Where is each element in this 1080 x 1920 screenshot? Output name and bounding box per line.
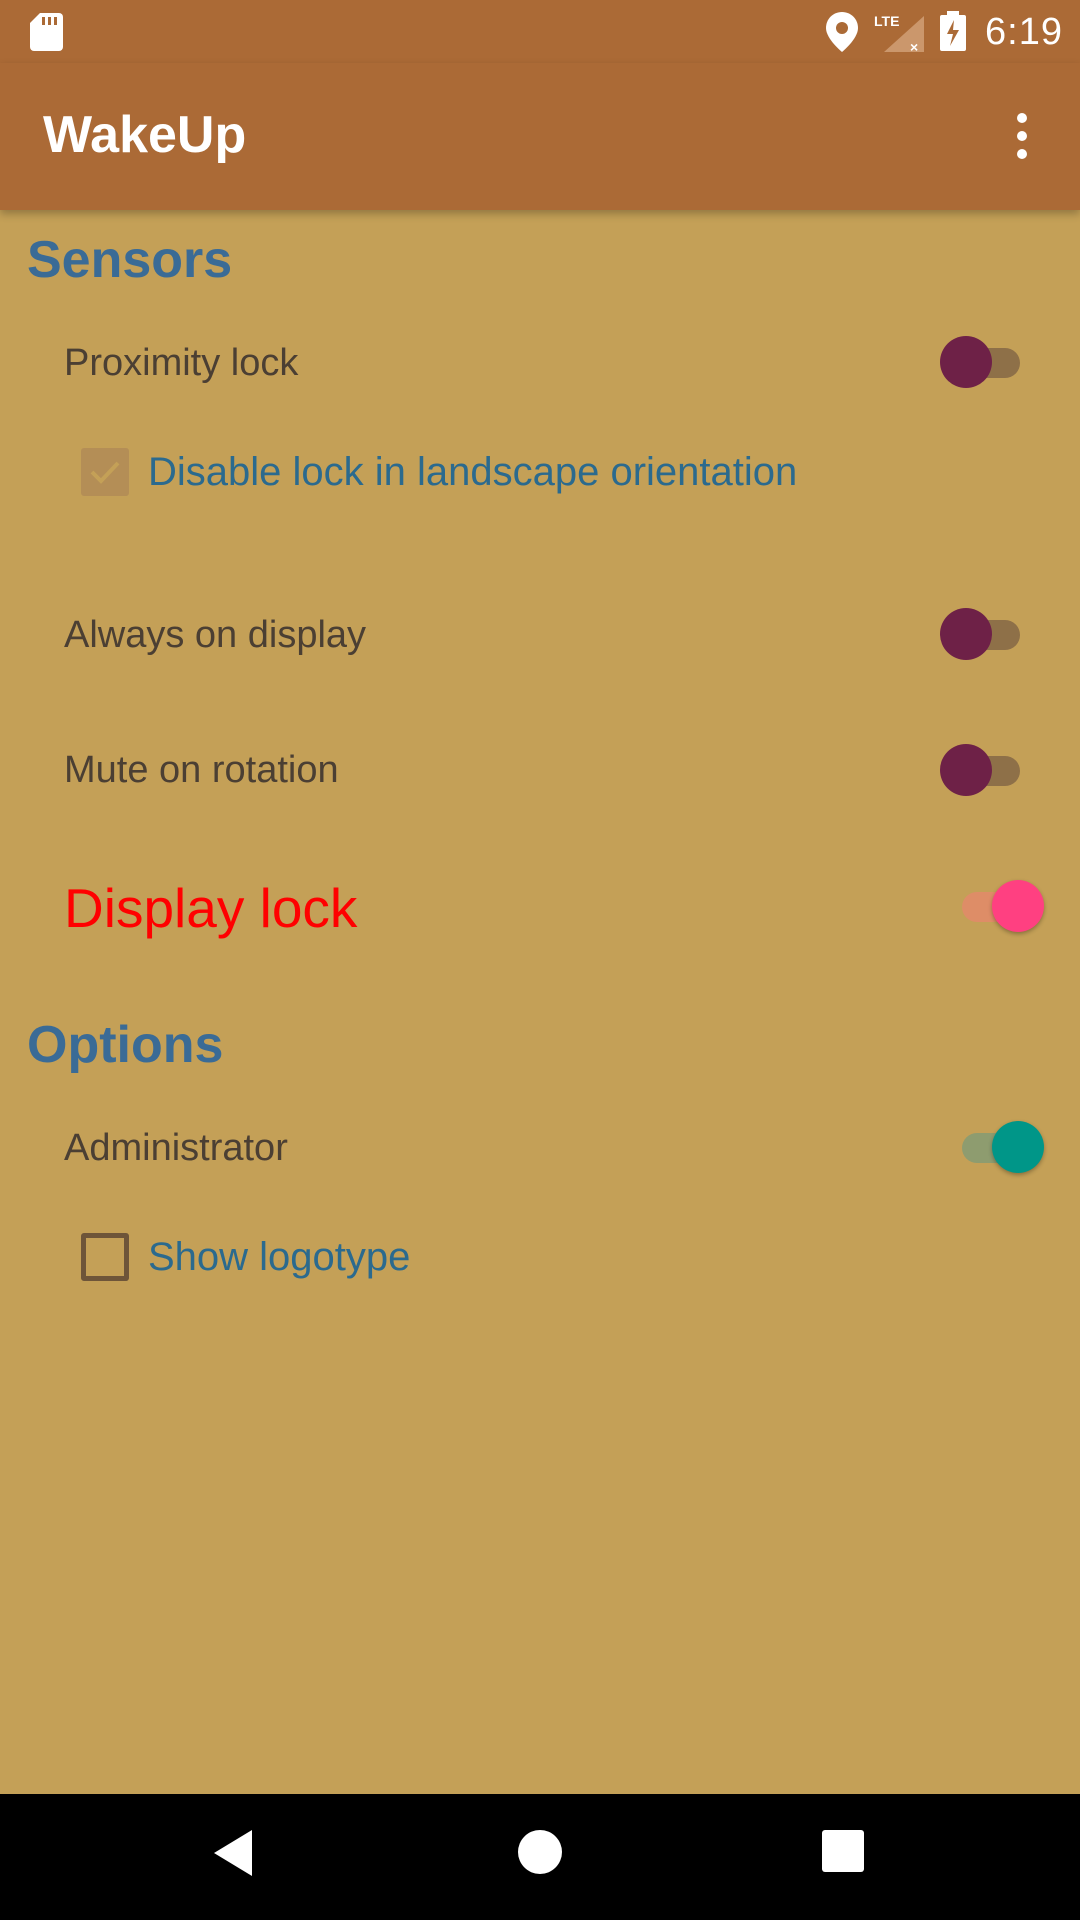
location-icon [826,12,858,52]
signal-icon: LTE × [874,13,924,52]
home-icon[interactable] [518,1830,562,1874]
navigation-bar [0,1794,1080,1920]
display-lock-label: Display lock [64,877,358,939]
administrator-label: Administrator [64,1127,288,1169]
sd-card-icon [30,13,63,51]
check-icon [90,461,120,484]
back-icon[interactable] [212,1830,256,1876]
app-title: WakeUp [43,106,247,164]
svg-text:LTE: LTE [874,13,899,29]
administrator-switch[interactable] [962,1119,1052,1175]
disable-landscape-label[interactable]: Disable lock in landscape orientation [148,447,797,497]
recents-icon[interactable] [822,1830,864,1872]
disable-landscape-checkbox[interactable] [81,448,129,496]
battery-charging-icon [940,11,966,51]
proximity-lock-label: Proximity lock [64,342,299,384]
section-title-options: Options [27,1016,224,1074]
mute-on-rotation-label: Mute on rotation [64,749,339,791]
display-lock-switch[interactable] [962,878,1052,934]
show-logotype-checkbox[interactable] [81,1233,129,1281]
proximity-lock-switch[interactable] [940,334,1030,390]
mute-on-rotation-switch[interactable] [940,742,1030,798]
app-bar: WakeUp [0,63,1080,210]
status-bar: LTE × 6:19 [0,0,1080,63]
svg-text:×: × [910,39,918,52]
section-title-sensors: Sensors [27,231,233,289]
always-on-display-label: Always on display [64,614,367,656]
always-on-display-switch[interactable] [940,606,1030,662]
more-vert-icon[interactable] [1000,101,1044,171]
show-logotype-label[interactable]: Show logotype [148,1232,410,1282]
status-time: 6:19 [985,11,1063,53]
